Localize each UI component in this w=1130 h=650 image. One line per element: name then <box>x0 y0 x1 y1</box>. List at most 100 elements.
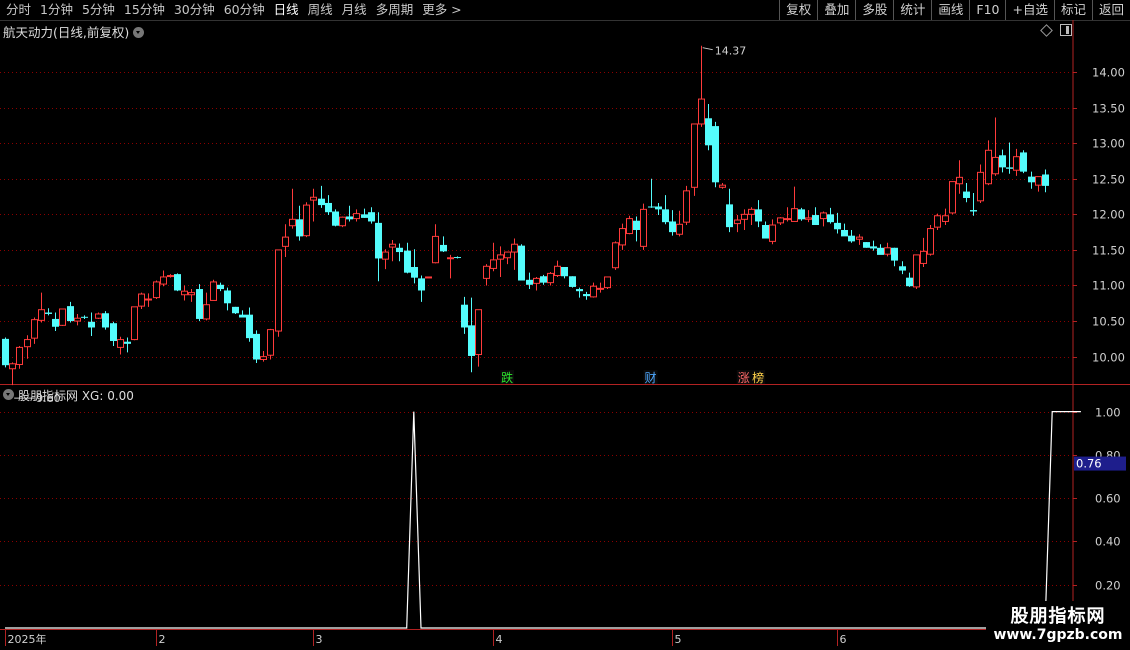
candle-body-down <box>296 219 303 237</box>
candle-body-down <box>705 118 712 146</box>
candle-body-up <box>210 281 217 301</box>
candle-body-up <box>784 218 791 221</box>
x-axis-tick-label: 2025年 <box>8 632 47 646</box>
candle-body-down <box>762 225 769 239</box>
candle-body-down <box>834 222 841 230</box>
candle-body-down <box>102 313 109 328</box>
candle-body-up <box>511 243 518 253</box>
candle-body-up <box>547 272 554 284</box>
candle-body-up <box>447 257 454 260</box>
candle-body-up <box>203 304 210 320</box>
candle-body-down <box>318 198 325 206</box>
candle-body-down <box>454 257 461 259</box>
candle-body-up <box>590 285 597 298</box>
watermark-url: www.7gpzb.com <box>993 627 1123 643</box>
candle-body-down <box>224 290 231 304</box>
candle-body-down <box>963 191 970 198</box>
candle-body-up <box>275 249 282 332</box>
indicator-y-tick-label: 0.20 <box>1095 579 1121 593</box>
candle-body-up <box>619 228 626 246</box>
candle-body-down <box>375 222 382 259</box>
candle-body-down <box>848 235 855 242</box>
candle-body-up <box>74 317 81 322</box>
candle-body-down <box>726 204 733 228</box>
candle-body-up <box>310 196 317 201</box>
indicator-y-tick-label: 0.60 <box>1095 492 1121 506</box>
main-y-tick-label: 14.00 <box>1092 66 1125 80</box>
candle-body-up <box>475 309 482 356</box>
candle-body-down <box>655 206 662 210</box>
candle-body-up <box>604 276 611 289</box>
main-y-tick-label: 11.00 <box>1092 279 1125 293</box>
candle-body-up <box>977 171 984 202</box>
candle-body-up <box>683 190 690 223</box>
main-y-tick-label: 10.00 <box>1092 351 1125 365</box>
candle-body-up <box>741 213 748 220</box>
candle-body-up <box>597 287 604 290</box>
candle-body-up <box>805 217 812 220</box>
candle-body-up <box>640 208 647 247</box>
candle-body-up <box>353 213 360 220</box>
x-axis-tick-label: 6 <box>840 633 847 646</box>
candle-body-up <box>504 251 511 259</box>
candle-body-up <box>691 123 698 188</box>
candle-body-down <box>870 246 877 249</box>
candle-body-up <box>145 298 152 301</box>
candle-body-down <box>346 216 353 220</box>
candle-body-up <box>490 259 497 269</box>
candle-body-up <box>734 219 741 225</box>
candle-body-down <box>325 202 332 213</box>
candle-body-down <box>110 323 117 341</box>
candle-body-up <box>483 265 490 279</box>
indicator-value-tag-label: 0.76 <box>1076 457 1102 471</box>
candle-body-up <box>339 216 346 227</box>
indicator-title: 股朋指标网 XG: 0.00 <box>18 389 134 403</box>
candle-body-down <box>361 214 368 218</box>
candle-body-down <box>755 209 762 222</box>
price-chart[interactable]: 14.00 13.50 13.00 12.50 12.00 11.50 11.00 10.50… <box>0 0 1130 650</box>
candle-body-up <box>160 276 167 285</box>
candle-body-up <box>719 184 726 188</box>
candle-body-up <box>748 208 755 215</box>
candle-body-down <box>540 276 547 283</box>
indicator-dropdown-icon[interactable] <box>3 389 14 400</box>
indicator-y-tick-label: 0.40 <box>1095 535 1121 549</box>
candle-body-down <box>253 333 260 360</box>
candle-body-up <box>138 293 145 307</box>
candle-body-down <box>518 245 525 281</box>
candle-body-down <box>396 247 403 253</box>
candle-body-down <box>468 325 475 356</box>
candle-body-up <box>167 275 174 278</box>
candle-body-up <box>856 236 863 240</box>
candle-body-down <box>877 247 884 255</box>
candle-body-up <box>676 223 683 235</box>
candle-body-up <box>554 265 561 277</box>
x-axis-tick-label: 3 <box>316 633 323 646</box>
candle-body-down <box>827 214 834 223</box>
candle-body-up <box>777 217 784 224</box>
candle-body-up <box>820 212 827 220</box>
candle-body-up <box>927 228 934 255</box>
candle-body-down <box>440 244 447 252</box>
candle-body-up <box>432 235 439 264</box>
candle-body-down <box>970 210 977 212</box>
candle-body-down <box>368 212 375 222</box>
main-y-tick-label: 10.50 <box>1092 315 1125 329</box>
candle-body-down <box>45 312 52 314</box>
candle-body-down <box>81 316 88 318</box>
candle-body-down <box>999 155 1006 168</box>
candle-body-up <box>956 176 963 185</box>
watermark-title: 股朋指标网 <box>1010 606 1106 627</box>
x-axis-tick-label: 4 <box>496 633 503 646</box>
candle-body-up <box>131 306 138 341</box>
main-y-tick-label: 13.00 <box>1092 137 1125 151</box>
candle-body-down <box>88 321 95 328</box>
candle-body-down <box>526 279 533 285</box>
candle-body-down <box>461 304 468 328</box>
candle-body-up <box>626 218 633 235</box>
candle-body-down <box>569 276 576 287</box>
main-y-tick-label: 12.50 <box>1092 173 1125 187</box>
candle-body-up <box>31 319 38 339</box>
candle-body-up <box>260 356 267 360</box>
candle-body-up <box>38 309 45 321</box>
